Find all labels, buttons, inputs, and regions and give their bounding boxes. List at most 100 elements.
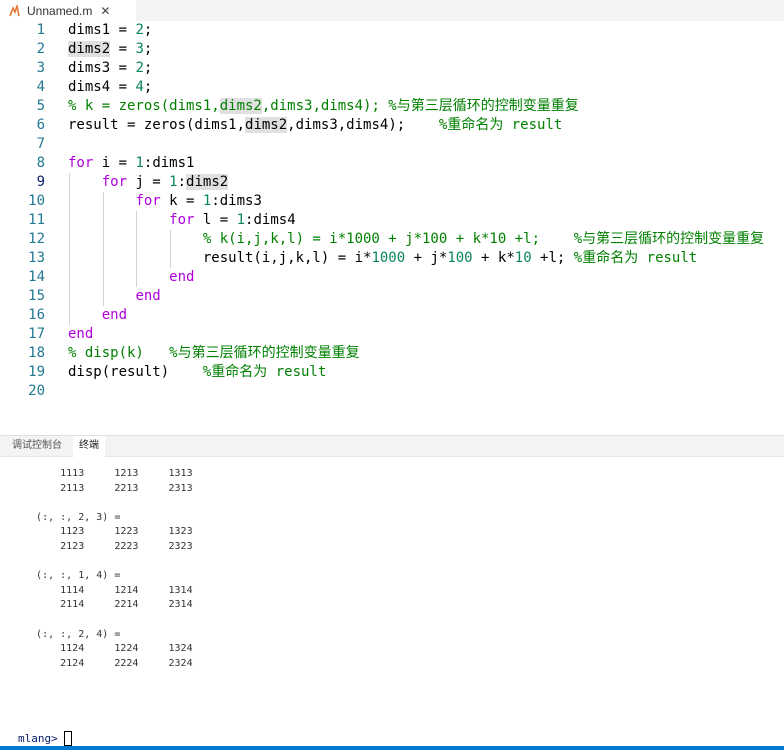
code-line[interactable]: 14 end [0, 268, 784, 287]
line-number: 3 [36, 60, 45, 76]
code-token: 1 [169, 174, 178, 190]
code-token: result = zeros(dims1, [68, 117, 246, 133]
code-token: %重命名为 result [438, 117, 563, 133]
code-token: 1000 [371, 250, 406, 266]
terminal-line: 1123 1223 1323 [18, 526, 193, 538]
code-text: dims1 = 2; [68, 21, 152, 40]
code-text: dims2 = 3; [68, 40, 152, 59]
tab-terminal[interactable]: 终端 [73, 436, 105, 457]
indent-guide [136, 211, 138, 287]
code-token: dims1 = [68, 22, 136, 38]
code-token: ; [143, 79, 153, 95]
code-token: for [135, 193, 161, 209]
indent-guide [170, 230, 172, 268]
code-line[interactable]: 13 result(i,j,k,l) = i*1000 + j*100 + k*… [0, 249, 784, 268]
terminal-line: 1114 1214 1314 [18, 584, 193, 596]
code-token: j = [127, 174, 170, 190]
code-text: end [68, 325, 93, 344]
code-editor[interactable]: 1 dims1 = 2; 2 dims2 = 3; 3 dims3 = 2; 4 dims4 … [0, 21, 784, 435]
code-token: %重命名为 result [202, 364, 327, 380]
code-text: end [68, 287, 160, 306]
terminal-prompt: mlang> [18, 731, 58, 745]
code-text: for k = 1:dims3 [68, 192, 261, 211]
line-number: 17 [28, 326, 45, 342]
code-token: ; [143, 60, 153, 76]
line-number: 7 [36, 136, 45, 152]
tab-unnamed-m[interactable]: Unnamed.m ✕ [0, 0, 136, 21]
terminal-line: (:, :, 1, 4) = [18, 570, 121, 582]
matlab-file-icon [9, 4, 20, 16]
code-token: % k = zeros(dims1, [68, 98, 220, 114]
code-text: end [68, 306, 127, 325]
line-number: 8 [36, 155, 45, 171]
code-line[interactable]: 11 for l = 1:dims4 [0, 211, 784, 230]
tab-debug-console[interactable]: 调试控制台 [6, 436, 68, 456]
code-text: % k(i,j,k,l) = i*1000 + j*100 + k*10 +l;… [68, 230, 764, 249]
terminal-prompt-row[interactable]: mlang> [18, 730, 72, 746]
code-token: k = [160, 193, 203, 209]
line-number: 15 [28, 288, 45, 304]
code-line[interactable]: 18 % disp(k) %与第三层循环的控制变量重复 [0, 344, 784, 363]
terminal-cursor [63, 730, 72, 746]
code-line[interactable]: 16 end [0, 306, 784, 325]
tab-filename: Unnamed.m [27, 3, 93, 18]
code-line[interactable]: 17 end [0, 325, 784, 344]
code-text: % disp(k) %与第三层循环的控制变量重复 [68, 344, 360, 363]
indent-guide [69, 173, 70, 325]
code-token: dims3 = [68, 60, 136, 76]
code-token: dims4 = [68, 79, 136, 95]
code-text: result = zeros(dims1,dims2,dims3,dims4);… [68, 116, 562, 135]
code-line[interactable]: 3 dims3 = 2; [0, 59, 784, 78]
code-token: ; [143, 41, 153, 57]
line-number: 13 [28, 250, 45, 266]
code-token: i = [93, 155, 136, 171]
code-line[interactable]: 8 for i = 1:dims1 [0, 154, 784, 173]
code-token: : [177, 174, 187, 190]
code-token: ,dims3,dims4); %与第三层循环的控制变量重复 [261, 98, 579, 114]
code-token: 100 [447, 250, 473, 266]
panel-tab-bar: 调试控制台 终端 [0, 436, 784, 457]
code-line[interactable]: 1 dims1 = 2; [0, 21, 784, 40]
code-text: dims3 = 2; [68, 59, 152, 78]
code-token: + j* [405, 250, 448, 266]
indent-guide [102, 192, 104, 306]
code-line[interactable]: 9 for j = 1:dims2 [0, 173, 784, 192]
code-line[interactable]: 15 end [0, 287, 784, 306]
code-token: 1 [135, 155, 144, 171]
status-bar [0, 746, 784, 750]
code-token: :dims4 [245, 212, 296, 228]
code-line[interactable]: 6 result = zeros(dims1,dims2,dims3,dims4)… [0, 116, 784, 135]
code-token: for [169, 212, 195, 228]
terminal-line: 2113 2213 2313 [18, 482, 193, 494]
code-token: = [110, 41, 136, 57]
code-line[interactable]: 19 disp(result) %重命名为 result [0, 363, 784, 382]
code-token: disp(result) [68, 364, 203, 380]
line-number: 11 [28, 212, 45, 228]
line-number: 16 [28, 307, 45, 323]
line-number: 6 [36, 117, 45, 133]
code-token: 3 [135, 41, 144, 57]
code-token: end [101, 307, 128, 323]
code-line[interactable]: 5 % k = zeros(dims1,dims2,dims3,dims4); %… [0, 97, 784, 116]
line-number: 1 [36, 22, 45, 38]
code-text: end [68, 268, 194, 287]
line-number: 19 [28, 364, 45, 380]
code-token: %重命名为 result [573, 250, 698, 266]
code-line[interactable]: 10 for k = 1:dims3 [0, 192, 784, 211]
code-line[interactable]: 2 dims2 = 3; [0, 40, 784, 59]
close-icon[interactable]: ✕ [100, 4, 110, 18]
code-line[interactable]: 20 [0, 382, 784, 401]
line-number: 18 [28, 345, 45, 361]
terminal-output[interactable]: 1113 1213 1313 2113 2213 2313 (:, :, 2, … [0, 457, 784, 745]
code-line[interactable]: 12 % k(i,j,k,l) = i*1000 + j*100 + k*10 … [0, 230, 784, 249]
code-token: ; [143, 22, 153, 38]
code-token: dims2 [68, 41, 111, 57]
code-line[interactable]: 7 [0, 135, 784, 154]
terminal-line: (:, :, 2, 4) = [18, 628, 121, 640]
code-line[interactable]: 4 dims4 = 4; [0, 78, 784, 97]
line-number: 5 [36, 98, 45, 114]
code-token: 1 [236, 212, 246, 228]
